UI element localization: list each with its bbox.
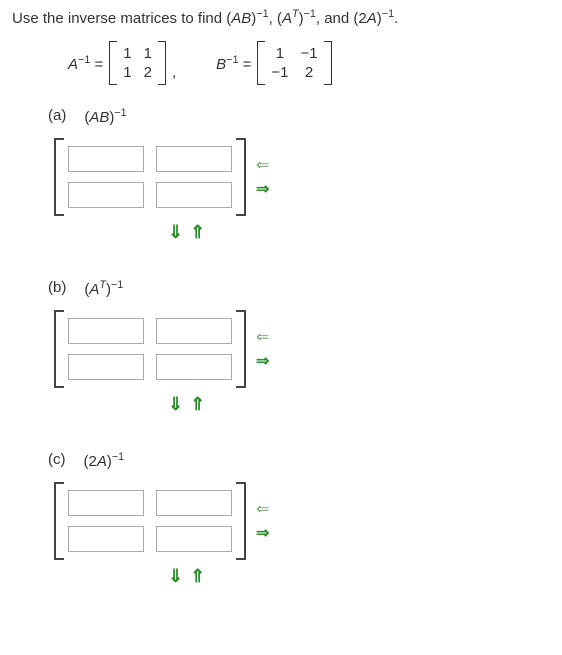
bracket-left-icon [109,41,117,85]
part-a-matrix [54,138,246,216]
pc-open: (2 [84,453,97,470]
part-a-label: (a) (AB)−1 [48,107,550,126]
remove-row-icon[interactable]: ⇑ [190,394,205,414]
pa-inner: AB [89,109,109,126]
part-a-input-22[interactable] [156,182,232,208]
part-c-input-21[interactable] [68,526,144,552]
matrix-a-inverse: A−1 = 1 1 1 2 , [68,41,176,85]
part-a-input-11[interactable] [68,146,144,172]
bracket-left-icon [257,41,265,85]
add-column-icon[interactable]: ⇒ [256,351,269,371]
matrix-b-bracket: 1 −1 −1 2 [257,41,331,85]
part-b-input-12[interactable] [156,318,232,344]
label-a: A [68,56,78,73]
intro-comma2: , and (2 [316,10,367,27]
part-b-input-11[interactable] [68,318,144,344]
add-row-icon[interactable]: ⇓ [168,566,183,586]
bracket-left-icon [54,138,64,216]
intro-at: A [282,10,292,27]
pc-sup: −1 [112,451,124,463]
part-a-tag: (a) [48,107,66,126]
b-cell-22: 2 [301,64,318,81]
pb-sup: −1 [111,279,123,291]
given-matrices: A−1 = 1 1 1 2 , B−1 = 1 −1 −1 2 [68,41,550,85]
bracket-right-icon [158,41,166,85]
add-column-icon[interactable]: ⇒ [256,179,269,199]
part-a-input-21[interactable] [68,182,144,208]
part-c-input-22[interactable] [156,526,232,552]
bracket-right-icon [236,310,246,388]
intro-sup2: −1 [304,8,316,20]
part-b: (b) (AT)−1 ⇐ ⇒ ⇓ ⇑ [48,279,550,415]
intro-ab: AB [231,10,251,27]
eq-b: = [238,56,251,73]
remove-row-icon[interactable]: ⇑ [190,222,205,242]
part-b-matrix [54,310,246,388]
a-cell-11: 1 [123,45,131,62]
pc-A: A [97,453,107,470]
eq-a: = [90,56,103,73]
bracket-left-icon [54,482,64,560]
pb-T: T [99,279,106,291]
pb-A: A [89,281,99,298]
add-column-icon[interactable]: ⇒ [256,523,269,543]
bracket-left-icon [54,310,64,388]
a-cell-12: 1 [144,45,152,62]
comma: , [172,64,176,81]
part-b-input-21[interactable] [68,354,144,380]
remove-row-icon[interactable]: ⇑ [190,566,205,586]
part-b-tag: (b) [48,279,66,298]
part-c: (c) (2A)−1 ⇐ ⇒ ⇓ ⇑ [48,451,550,587]
b-cell-21: −1 [271,64,288,81]
pa-sup: −1 [114,107,126,119]
add-row-icon[interactable]: ⇓ [168,394,183,414]
bracket-right-icon [324,41,332,85]
part-b-label: (b) (AT)−1 [48,279,550,298]
intro-a2: A [367,10,377,27]
remove-column-icon[interactable]: ⇐ [256,327,269,347]
part-b-input-22[interactable] [156,354,232,380]
part-c-label: (c) (2A)−1 [48,451,550,470]
part-a: (a) (AB)−1 ⇐ ⇒ ⇓ ⇑ [48,107,550,243]
label-a-sup: −1 [78,54,90,66]
intro-sup1: −1 [256,8,268,20]
intro-sup3: −1 [382,8,394,20]
part-c-matrix [54,482,246,560]
label-b-sup: −1 [226,54,238,66]
bracket-right-icon [236,482,246,560]
intro-text-1: Use the inverse matrices to find ( [12,10,231,27]
bracket-right-icon [236,138,246,216]
label-b: B [216,56,226,73]
a-cell-22: 2 [144,64,152,81]
part-a-input-12[interactable] [156,146,232,172]
matrix-a-bracket: 1 1 1 2 [109,41,166,85]
problem-statement: Use the inverse matrices to find (AB)−1,… [12,8,550,27]
remove-column-icon[interactable]: ⇐ [256,499,269,519]
part-c-tag: (c) [48,451,66,470]
part-c-input-11[interactable] [68,490,144,516]
b-cell-12: −1 [301,45,318,62]
intro-T: T [292,8,299,20]
add-row-icon[interactable]: ⇓ [168,222,183,242]
intro-period: . [394,10,398,27]
matrix-b-inverse: B−1 = 1 −1 −1 2 [216,41,331,85]
b-cell-11: 1 [271,45,288,62]
a-cell-21: 1 [123,64,131,81]
part-c-input-12[interactable] [156,490,232,516]
remove-column-icon[interactable]: ⇐ [256,155,269,175]
intro-comma1: , ( [269,10,282,27]
